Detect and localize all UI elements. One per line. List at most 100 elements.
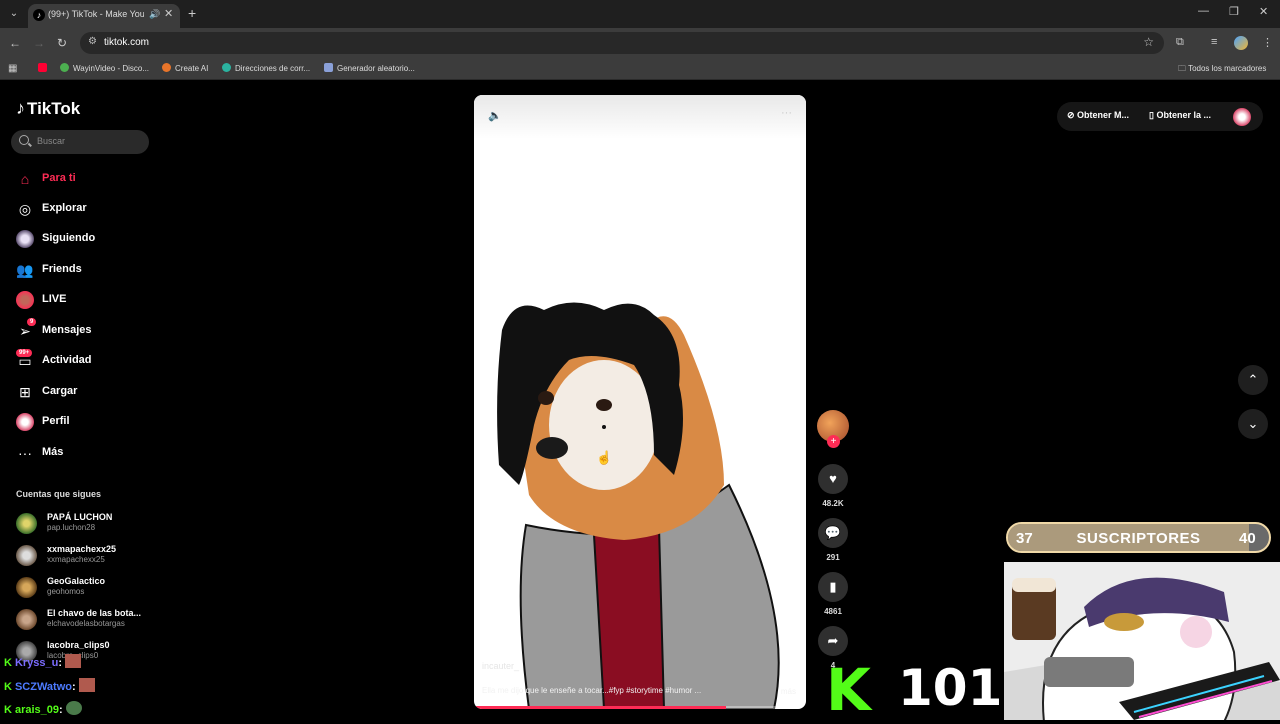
minimize-icon[interactable]: — (1198, 5, 1209, 17)
heart-icon[interactable]: ♥ (818, 464, 848, 494)
close-window-icon[interactable]: ✕ (1259, 5, 1268, 18)
bookmark-icon[interactable]: ▮ (818, 572, 848, 602)
site-info-icon[interactable]: ⚙ (88, 36, 97, 47)
all-bookmarks[interactable]: 🗀 Todos los marcadores (1178, 63, 1266, 77)
avatar (16, 609, 37, 630)
youtube-bookmark[interactable] (38, 63, 51, 73)
like-action[interactable]: ♥ 48.2K (816, 464, 850, 508)
nav-cargar[interactable]: ⊞ Cargar (16, 382, 156, 404)
nav-siguiendo[interactable]: Siguiendo (16, 229, 156, 251)
reload-icon[interactable]: ↻ (57, 36, 67, 50)
share-icon[interactable]: ➦ (818, 626, 848, 656)
user-avatar[interactable] (1233, 108, 1251, 126)
nav-live[interactable]: LIVE (16, 290, 156, 312)
comment-icon[interactable]: 💬 (818, 518, 848, 548)
chat-message: K Kryss_u: (4, 654, 82, 669)
following-account[interactable]: PAPÁ LUCHON pap.luchon28 (16, 511, 151, 537)
streamer-avatar-overlay (1004, 562, 1280, 720)
bookmark-generador[interactable]: Generador aleatorio... (324, 63, 415, 73)
previous-video-button[interactable]: ⌃ (1238, 365, 1268, 395)
caption-more-link[interactable]: más (781, 687, 796, 696)
compass-icon: ◎ (18, 201, 32, 217)
emote-icon (65, 701, 82, 715)
video-caption: Ella me dijo que le enseñe a tocar...#fy… (482, 686, 702, 695)
more-options-icon[interactable]: ··· (781, 107, 792, 119)
bookmark-star-icon[interactable]: ☆ (1143, 35, 1154, 49)
close-tab-icon[interactable]: ✕ (164, 7, 173, 20)
tiktok-note-icon: ♪ (16, 98, 25, 118)
nav-perfil[interactable]: Perfil (16, 412, 156, 434)
new-tab-button[interactable]: + (188, 5, 196, 21)
search-icon (19, 135, 29, 145)
nav-mas[interactable]: ··· Más (16, 443, 156, 465)
follow-plus-icon[interactable]: + (827, 435, 840, 448)
generador-icon (324, 63, 333, 72)
video-author[interactable]: incauter_ (482, 661, 519, 671)
get-app-button[interactable]: ▯ Obtener la ... (1149, 110, 1211, 121)
subs-goal-label: SUSCRIPTORES (1076, 530, 1201, 547)
subs-goal-bar: SUSCRIPTORES 37 40 (1006, 522, 1271, 553)
extensions-icon[interactable]: ⧉ (1176, 36, 1184, 49)
mouse-cursor-icon: ☝ (596, 450, 613, 465)
browser-tab-strip: ⌄ ♪ (99+) TikTok - Make Your Day 🔊 ✕ + —… (0, 0, 1280, 28)
video-frame-shiba-drawing (497, 302, 780, 709)
apps-grid-icon[interactable]: ▦ (8, 63, 17, 74)
audio-playing-icon[interactable]: 🔊 (149, 9, 160, 20)
back-icon[interactable]: ← (9, 36, 21, 50)
video-progress-fill (474, 706, 727, 709)
bookmark-direcciones[interactable]: Direcciones de corr... (222, 63, 310, 73)
bongo-cat-illustration (1004, 562, 1280, 720)
bookmark-wayinvideo[interactable]: WayinVideo - Disco... (60, 63, 149, 73)
emote-icon (65, 654, 82, 668)
tiktok-favicon-icon: ♪ (33, 9, 45, 21)
nav-actividad[interactable]: ▭ 99+ Actividad (16, 349, 156, 373)
tiktok-page: ♪ TikTok Buscar ⌂ Para ti ◎ Explorar Sigu… (0, 84, 1280, 720)
reading-list-icon[interactable]: ≡ (1211, 36, 1217, 48)
activity-badge: 99+ (16, 349, 33, 357)
following-avatar-icon (16, 230, 34, 248)
tab-title: (99+) TikTok - Make Your Day (48, 9, 144, 19)
forward-icon[interactable]: → (33, 36, 45, 50)
nav-explorar[interactable]: ◎ Explorar (16, 199, 156, 221)
youtube-icon (38, 63, 47, 72)
bookmark-create-ai[interactable]: Create AI (162, 63, 208, 73)
browser-tab[interactable]: ♪ (99+) TikTok - Make Your Day 🔊 ✕ (28, 4, 180, 28)
following-account[interactable]: El chavo de las bota... elchavodelasbota… (16, 607, 151, 633)
friends-icon: 👥 (16, 262, 34, 278)
restore-icon[interactable]: ❐ (1229, 5, 1239, 18)
live-icon (16, 291, 34, 309)
mute-icon[interactable]: 🔈 (488, 109, 502, 122)
search-placeholder: Buscar (37, 136, 66, 146)
following-account[interactable]: GeoGalactico geohomos (16, 575, 151, 601)
tab-search-icon[interactable]: ⌄ (6, 7, 22, 21)
profile-icon (16, 413, 34, 431)
video-progress-bar[interactable] (474, 706, 806, 709)
video-player[interactable]: 🔈 ··· incauter_ Ella me dijo que le ense… (474, 95, 806, 709)
following-account[interactable]: xxmapachexx25 xxmapachexx25 (16, 543, 151, 569)
next-video-button[interactable]: ⌄ (1238, 409, 1268, 439)
kick-icon: K (4, 681, 12, 693)
top-actions-pill: ⊘ Obtener M... ▯ Obtener la ... (1057, 102, 1263, 131)
menu-icon[interactable]: ⋮ (1262, 36, 1273, 49)
kick-icon: K (4, 704, 12, 716)
get-coins-button[interactable]: ⊘ Obtener M... (1067, 110, 1129, 121)
folder-icon: 🗀 (1178, 64, 1189, 73)
avatar (16, 577, 37, 598)
profile-avatar[interactable] (1234, 36, 1248, 50)
kick-logo-icon: K (826, 656, 871, 724)
bookmarks-bar: ▦ WayinVideo - Disco... Create AI Direcc… (0, 58, 1280, 80)
avatar (16, 545, 37, 566)
address-bar[interactable]: ⚙ tiktok.com ☆ (80, 32, 1164, 54)
emote-icon (78, 678, 95, 692)
comments-count: 291 (826, 553, 840, 562)
search-input[interactable]: Buscar (11, 130, 149, 154)
nav-mensajes[interactable]: ➢ 9 Mensajes (16, 318, 156, 343)
upload-icon: ⊞ (19, 384, 31, 400)
nav-friends[interactable]: 👥 Friends (16, 260, 156, 282)
subs-target: 40 (1239, 530, 1256, 547)
tiktok-logo[interactable]: ♪ TikTok (16, 98, 80, 119)
nav-para-ti[interactable]: ⌂ Para ti (16, 169, 156, 191)
save-action[interactable]: ▮ 4861 (816, 572, 850, 616)
comment-action[interactable]: 💬 291 (816, 518, 850, 562)
wayinvideo-icon (60, 63, 69, 72)
